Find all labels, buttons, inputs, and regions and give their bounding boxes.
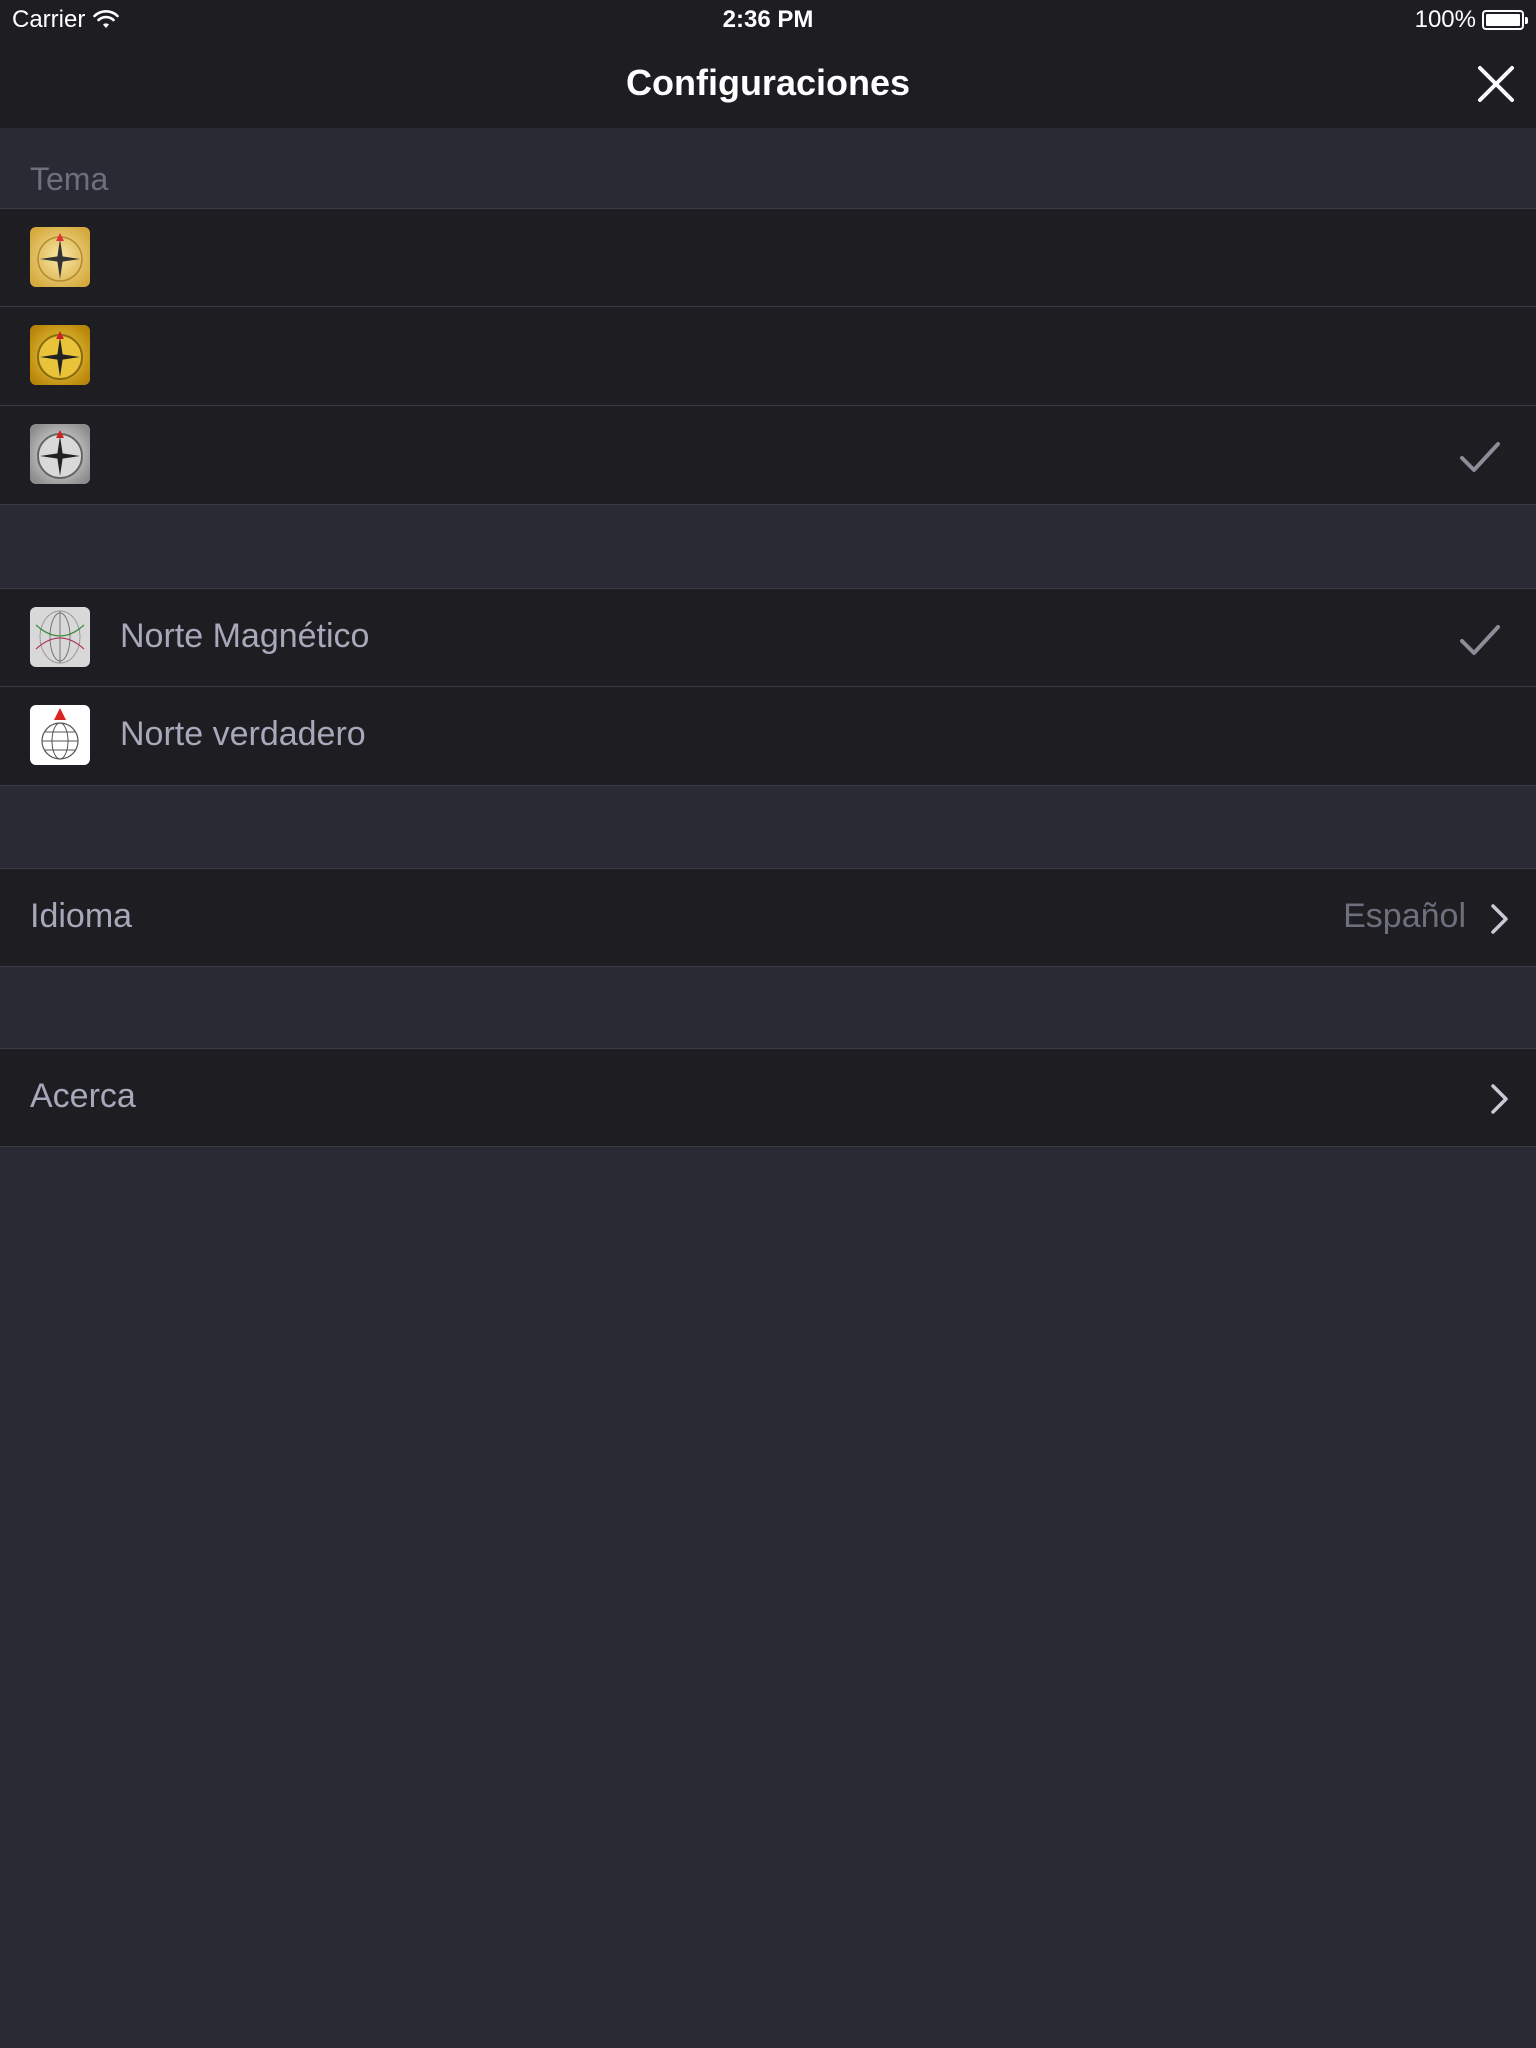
battery-icon xyxy=(1482,10,1528,30)
language-row[interactable]: Idioma Español xyxy=(0,868,1536,967)
about-label: Acerca xyxy=(30,1077,136,1115)
magnetic-field-icon xyxy=(30,607,90,667)
battery-group: 100% xyxy=(1414,6,1528,34)
globe-north-icon xyxy=(30,705,90,765)
language-label: Idioma xyxy=(30,897,133,935)
chevron-right-icon xyxy=(1491,904,1508,934)
north-magnetic-label: Norte Magnético xyxy=(120,617,370,655)
about-row[interactable]: Acerca xyxy=(0,1048,1536,1147)
navigation-bar: Configuraciones xyxy=(0,40,1536,128)
battery-percent: 100% xyxy=(1414,6,1476,33)
theme-option-yellow[interactable] xyxy=(0,307,1536,406)
north-option-magnetic[interactable]: Norte Magnético xyxy=(0,588,1536,687)
theme-header-label: Tema xyxy=(30,161,109,197)
checkmark-icon xyxy=(1460,442,1500,472)
language-section-spacer xyxy=(0,786,1536,868)
language-value: Español xyxy=(1343,897,1466,935)
north-option-true[interactable]: Norte verdadero xyxy=(0,687,1536,786)
status-time: 2:36 PM xyxy=(722,6,814,33)
checkmark-icon xyxy=(1460,625,1500,655)
theme-option-gold[interactable] xyxy=(0,208,1536,307)
close-icon[interactable] xyxy=(1472,60,1520,108)
compass-yellow-icon xyxy=(30,325,90,385)
theme-option-silver[interactable] xyxy=(0,406,1536,505)
chevron-right-icon xyxy=(1491,1084,1508,1114)
status-bar: Carrier 2:36 PM 100% xyxy=(0,0,1536,40)
compass-gold-icon xyxy=(30,227,90,287)
north-section-spacer xyxy=(0,505,1536,588)
about-section-spacer xyxy=(0,967,1536,1048)
north-true-label: Norte verdadero xyxy=(120,715,366,753)
theme-section-header: Tema xyxy=(0,128,1536,208)
page-title: Configuraciones xyxy=(625,62,911,103)
compass-silver-icon xyxy=(30,424,90,484)
